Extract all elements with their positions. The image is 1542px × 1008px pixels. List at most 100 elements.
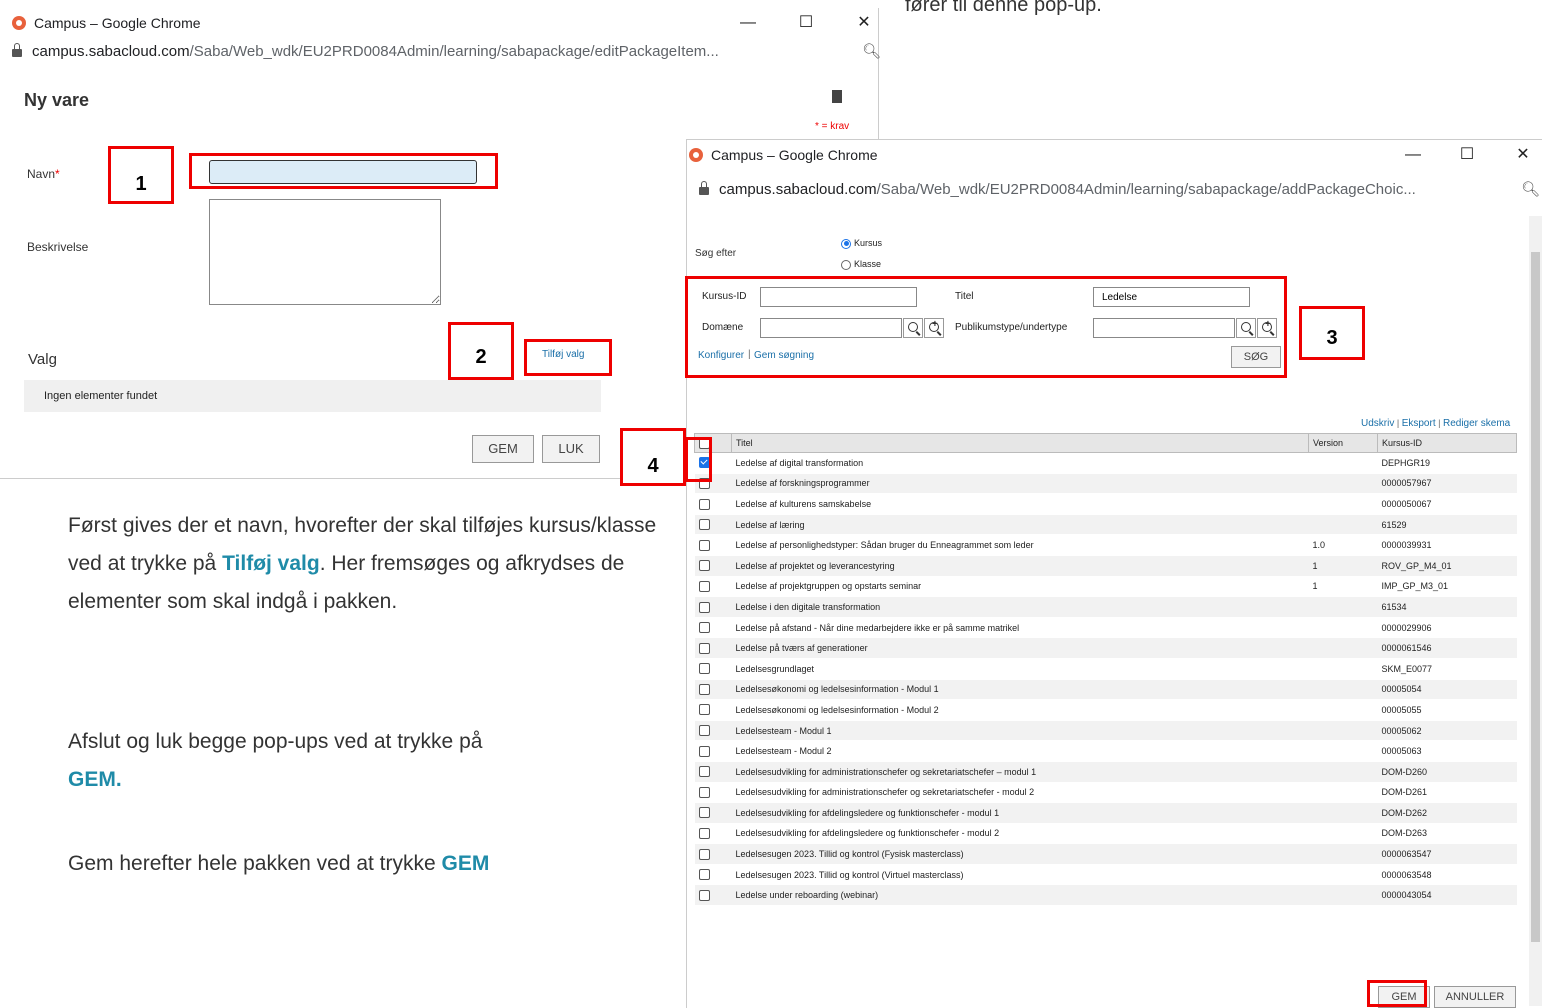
row-checkbox[interactable]: [694, 576, 732, 598]
checkbox-icon[interactable]: [698, 786, 710, 798]
row-checkbox[interactable]: [694, 802, 732, 824]
description-textarea[interactable]: [209, 199, 441, 305]
table-row[interactable]: Ledelse af projektet og leverancestyring…: [694, 555, 1517, 577]
table-row[interactable]: Ledelse af læring 61529: [694, 514, 1517, 536]
instruction-paragraph-3: Gem herefter hele pakken ved at trykke G…: [68, 852, 490, 875]
table-row[interactable]: Ledelsesteam - Modul 2 00005063: [694, 740, 1517, 762]
checkbox-icon[interactable]: [698, 848, 710, 860]
table-row[interactable]: Ledelse på afstand - Når dine medarbejde…: [694, 617, 1517, 639]
checkbox-icon[interactable]: [698, 519, 710, 531]
print-link[interactable]: Udskriv: [1361, 418, 1394, 429]
zoom-icon[interactable]: 🔍︎: [1521, 180, 1540, 198]
row-checkbox[interactable]: [694, 514, 732, 536]
row-checkbox[interactable]: [694, 493, 732, 515]
row-course-id: 00005063: [1377, 740, 1517, 762]
row-checkbox[interactable]: [694, 534, 732, 556]
checkbox-icon[interactable]: [698, 498, 710, 510]
column-header-course-id[interactable]: Kursus-ID: [1377, 433, 1517, 453]
row-checkbox[interactable]: [694, 637, 732, 659]
checkbox-icon[interactable]: [698, 663, 710, 675]
table-row[interactable]: Ledelsesgrundlaget SKM_E0077: [694, 658, 1517, 680]
cancel-button-window2[interactable]: ANNULLER: [1434, 986, 1516, 1008]
row-checkbox[interactable]: [694, 740, 732, 762]
table-row[interactable]: Ledelsesugen 2023. Tillid og kontrol (Fy…: [694, 843, 1517, 865]
checkbox-icon[interactable]: [698, 622, 710, 634]
row-version: 1: [1308, 555, 1378, 577]
checkbox-icon[interactable]: [698, 745, 710, 757]
column-header-version[interactable]: Version: [1308, 433, 1378, 453]
export-link[interactable]: Eksport: [1402, 418, 1436, 429]
window1-urlbar[interactable]: campus.sabacloud.com/Saba/Web_wdk/EU2PRD…: [0, 38, 881, 64]
scrollbar-track[interactable]: [1529, 216, 1542, 1006]
table-row[interactable]: Ledelsesteam - Modul 1 00005062: [694, 720, 1517, 742]
scrollbar-thumb[interactable]: [1531, 252, 1540, 942]
row-version: [1308, 493, 1378, 515]
row-course-id: 0000029906: [1377, 617, 1517, 639]
row-title: Ledelsesugen 2023. Tillid og kontrol (Fy…: [731, 843, 1309, 865]
row-checkbox[interactable]: [694, 843, 732, 865]
checkbox-icon[interactable]: [698, 704, 710, 716]
checkbox-icon[interactable]: [698, 807, 710, 819]
table-row[interactable]: Ledelsesøkonomi og ledelsesinformation -…: [694, 699, 1517, 721]
row-checkbox[interactable]: [694, 658, 732, 680]
table-row[interactable]: Ledelsesøkonomi og ledelsesinformation -…: [694, 679, 1517, 701]
row-checkbox[interactable]: [694, 596, 732, 618]
close-icon[interactable]: ✕: [844, 8, 884, 38]
checkbox-icon[interactable]: [698, 828, 710, 840]
row-version: [1308, 740, 1378, 762]
close-button-window1[interactable]: LUK: [542, 435, 600, 463]
table-row[interactable]: Ledelse af personlighedstyper: Sådan bru…: [694, 534, 1517, 556]
row-checkbox[interactable]: [694, 555, 732, 577]
table-row[interactable]: Ledelsesudvikling for afdelingsledere og…: [694, 823, 1517, 845]
checkbox-icon[interactable]: [698, 601, 710, 613]
radio-class[interactable]: Klasse: [841, 259, 881, 270]
maximize-icon[interactable]: ☐: [786, 8, 826, 38]
row-checkbox[interactable]: [694, 720, 732, 742]
window2-titlebar: Campus – Google Chrome — ☐ ✕: [687, 140, 1542, 170]
radio-course[interactable]: Kursus: [841, 238, 882, 249]
checkbox-icon[interactable]: [698, 539, 710, 551]
table-row[interactable]: Ledelsesudvikling for afdelingsledere og…: [694, 802, 1517, 824]
row-course-id: ROV_GP_M4_01: [1377, 555, 1517, 577]
minimize-icon[interactable]: —: [1393, 140, 1433, 170]
window2-urlbar[interactable]: campus.sabacloud.com/Saba/Web_wdk/EU2PRD…: [687, 176, 1542, 202]
row-title: Ledelsesudvikling for afdelingsledere og…: [731, 823, 1309, 845]
table-row[interactable]: Ledelse af digital transformation DEPHGR1…: [694, 452, 1517, 474]
checkbox-icon[interactable]: [698, 560, 710, 572]
maximize-icon[interactable]: ☐: [1447, 140, 1487, 170]
document-icon[interactable]: [832, 90, 842, 103]
table-row[interactable]: Ledelse på tværs af generationer 00000615…: [694, 637, 1517, 659]
checkbox-icon[interactable]: [698, 580, 710, 592]
table-row[interactable]: Ledelsesudvikling for administrationsche…: [694, 761, 1517, 783]
row-checkbox[interactable]: [694, 823, 732, 845]
checkbox-icon[interactable]: [698, 766, 710, 778]
checkbox-icon[interactable]: [698, 869, 710, 881]
table-row[interactable]: Ledelse i den digitale transformation 615…: [694, 596, 1517, 618]
table-row[interactable]: Ledelse af projektgruppen og opstarts se…: [694, 576, 1517, 598]
checkbox-icon[interactable]: [698, 642, 710, 654]
row-title: Ledelse på afstand - Når dine medarbejde…: [731, 617, 1309, 639]
checkbox-icon[interactable]: [698, 683, 710, 695]
row-checkbox[interactable]: [694, 884, 732, 907]
window1-title: Campus – Google Chrome: [34, 15, 201, 31]
row-checkbox[interactable]: [694, 699, 732, 721]
table-row[interactable]: Ledelsesugen 2023. Tillid og kontrol (Vi…: [694, 864, 1517, 886]
table-row[interactable]: Ledelsesudvikling for administrationsche…: [694, 782, 1517, 804]
table-row[interactable]: Ledelse af kulturens samskabelse 00000500…: [694, 493, 1517, 515]
checkbox-icon[interactable]: [698, 889, 710, 901]
minimize-icon[interactable]: —: [728, 8, 768, 38]
row-checkbox[interactable]: [694, 761, 732, 783]
row-course-id: DOM-D261: [1377, 782, 1517, 804]
row-checkbox[interactable]: [694, 864, 732, 886]
edit-schema-link[interactable]: Rediger skema: [1443, 418, 1510, 429]
zoom-icon[interactable]: 🔍︎: [862, 42, 881, 60]
save-button-window1[interactable]: GEM: [472, 435, 534, 463]
row-checkbox[interactable]: [694, 782, 732, 804]
checkbox-icon[interactable]: [698, 725, 710, 737]
row-checkbox[interactable]: [694, 617, 732, 639]
table-row[interactable]: Ledelse af forskningsprogrammer 000005796…: [694, 473, 1517, 495]
row-checkbox[interactable]: [694, 679, 732, 701]
column-header-title[interactable]: Titel: [731, 433, 1309, 453]
close-icon[interactable]: ✕: [1503, 140, 1542, 170]
table-row[interactable]: Ledelse under reboarding (webinar) 000004…: [694, 884, 1517, 907]
